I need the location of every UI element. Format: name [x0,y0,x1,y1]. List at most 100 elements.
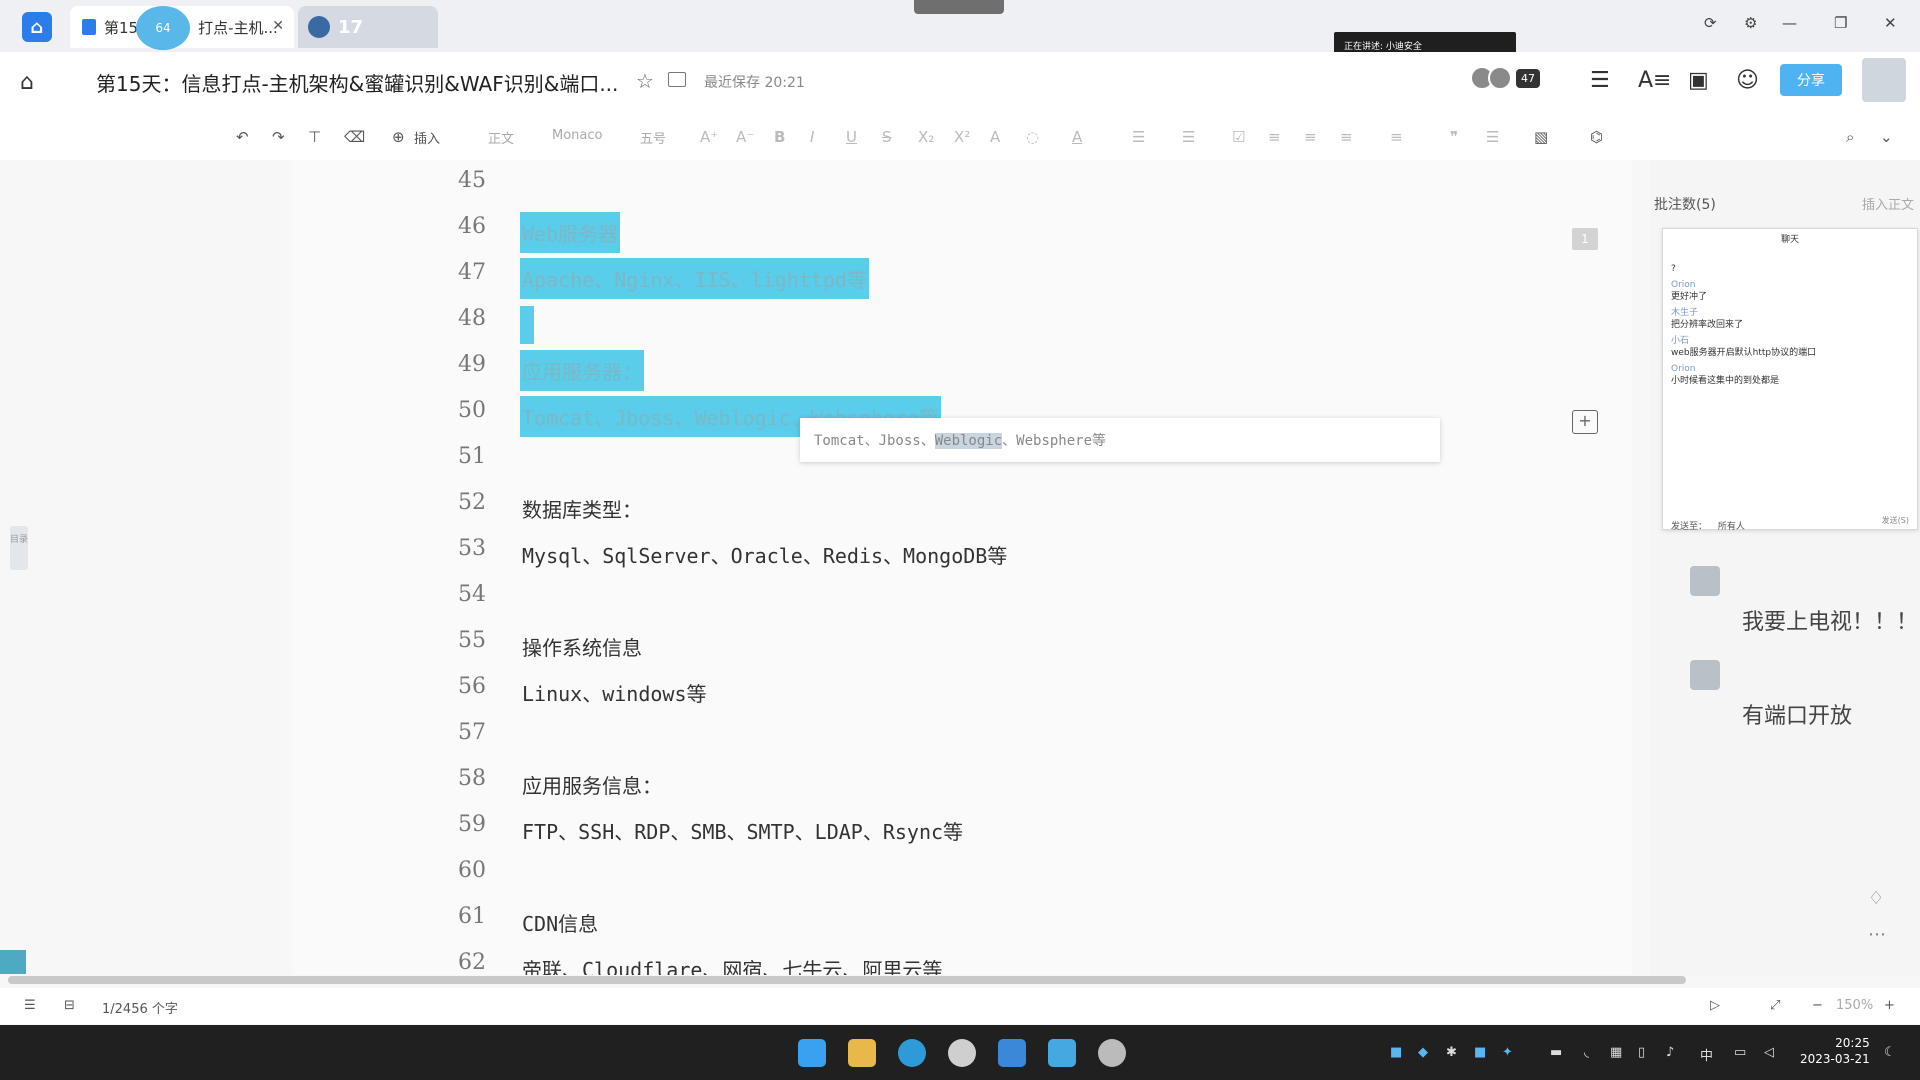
ime-indicator[interactable]: 中 [1700,1045,1713,1064]
superscript-icon[interactable]: X² [954,128,970,146]
bullet-list-icon[interactable]: ☰ [1132,128,1145,146]
format-painter-icon[interactable]: ⊤ [308,128,321,146]
quote-icon[interactable]: ❞ [1450,128,1458,146]
outdent-icon[interactable]: ≡ [1340,128,1353,146]
chat-send-button[interactable]: 发送(S) [1882,515,1909,526]
line-text[interactable]: FTP、SSH、RDP、SMB、SMTP、LDAP、Rsync等 [520,810,965,851]
text-format-icon[interactable]: A≡ [1638,68,1671,93]
cloud-icon[interactable]: ■ [1474,1045,1486,1060]
tray-app-icon[interactable]: ■ [1390,1045,1402,1060]
folder-icon[interactable] [668,72,686,87]
font-decrease-icon[interactable]: A⁻ [736,128,754,146]
home-icon[interactable]: ⌂ [20,70,34,95]
line-text[interactable]: Web服务器 [520,212,621,253]
line-text[interactable]: 数据库类型： [520,488,644,529]
subscript-icon[interactable]: X₂ [918,128,934,146]
font-increase-icon[interactable]: A⁺ [700,128,718,146]
zoom-level[interactable]: 150% [1836,998,1873,1013]
chat-window[interactable]: 聊天 ? Orion 更好冲了 木生子 把分辨率改回来了 小石 web服务器开启… [1662,228,1918,532]
undo-icon[interactable]: ↶ [236,128,249,146]
bluetooth-icon[interactable]: ✦ [1502,1045,1513,1060]
insert-icon[interactable]: ⊕ [392,128,405,146]
screen-share-strip[interactable] [914,0,1004,14]
add-comment-icon[interactable]: + [1572,410,1598,434]
line-text[interactable]: 帝联、Cloudflare、网宿、七牛云、阿里云等 [520,948,944,975]
system-clock[interactable]: 20:25 2023-03-21 [1800,1035,1870,1067]
text-effect-icon[interactable]: A [990,128,1000,146]
user-avatar[interactable] [1862,58,1906,102]
present-icon[interactable]: ▣ [1688,68,1709,93]
menu-icon[interactable]: ☰ [1590,68,1610,93]
close-window-icon[interactable]: ✕ [1884,14,1897,32]
fullscreen-icon[interactable]: ⤢ [1770,998,1780,1013]
comment-count-badge[interactable]: 1 [1572,228,1598,250]
document-title[interactable]: 第15天：信息打点-主机架构&蜜罐识别&WAF识别&端口... [96,68,618,97]
line-text[interactable]: 应用服务器： [520,350,644,391]
close-tab-icon[interactable]: ✕ [272,18,284,34]
style-select[interactable]: 正文 [488,128,514,147]
line-text[interactable]: 操作系统信息 [520,626,644,667]
edge-icon[interactable] [898,1039,926,1067]
outline-toggle[interactable]: 目录 [10,526,28,570]
microphone-icon[interactable]: ♪ [1666,1045,1674,1060]
numbered-list-icon[interactable]: ☰ [1182,128,1195,146]
play-icon[interactable]: ▷ [1710,998,1720,1013]
strikethrough-icon[interactable]: S [882,128,892,146]
restore-icon[interactable]: ❐ [1834,14,1847,32]
indent-icon[interactable]: ≡ [1304,128,1317,146]
font-color-icon[interactable]: A [1072,128,1082,146]
underline-icon[interactable]: U [846,128,857,146]
start-icon[interactable] [798,1039,826,1067]
settings-icon[interactable]: ⚙ [1744,14,1757,32]
network-icon[interactable]: ▭ [1734,1045,1746,1060]
outline-view-icon[interactable]: ☰ [24,998,36,1013]
zoom-out-icon[interactable]: − [1812,998,1823,1013]
page-layout-icon[interactable]: ⊟ [64,998,75,1013]
line-text[interactable]: 应用服务信息： [520,764,664,805]
align-icon[interactable]: ≡ [1268,128,1281,146]
shield-icon[interactable]: ◆ [1418,1045,1428,1060]
checklist-icon[interactable]: ☑ [1232,128,1245,146]
chat-tray-icon[interactable]: ▬ [1550,1045,1562,1060]
eraser-icon[interactable]: ⌫ [344,128,365,146]
star-icon[interactable]: ☆ [636,69,654,93]
line-text[interactable]: Linux、windows等 [520,672,709,713]
bold-icon[interactable]: B [774,128,785,146]
line-text[interactable]: CDN信息 [520,902,600,943]
line-text[interactable]: Apache、Nginx、IIS、lighttpd等 [520,258,869,299]
size-select[interactable]: 五号 [640,128,666,147]
chrome-icon[interactable] [948,1039,976,1067]
italic-icon[interactable]: I [810,128,814,146]
redo-icon[interactable]: ↷ [272,128,285,146]
chat-recipient-value[interactable]: 所有人 [1718,522,1745,532]
docs-app-icon[interactable] [998,1039,1026,1067]
file-explorer-icon[interactable] [848,1039,876,1067]
tab-meeting[interactable]: 17 [298,6,438,48]
grid-icon[interactable]: ▦ [1610,1045,1622,1060]
highlight-icon[interactable]: ◌ [1026,128,1039,146]
refresh-icon[interactable]: ⟳ [1704,14,1717,32]
shirt-icon[interactable]: ♢ [1868,888,1884,909]
browser-icon[interactable] [1098,1039,1126,1067]
meeting-app-icon[interactable] [1048,1039,1076,1067]
font-select[interactable]: Monaco [552,128,602,143]
wifi-icon[interactable]: ◟ [1584,1045,1589,1060]
image-icon[interactable]: ▧ [1534,128,1548,146]
chat-recipient[interactable]: 发送至： 所有人 [1671,519,1745,532]
plugin-icon[interactable]: ⌬ [1590,128,1603,146]
document-body[interactable]: 45 46 Web服务器 47 Apache、Nginx、IIS、lighttp… [292,160,1632,975]
volume-icon[interactable]: ◁ [1764,1045,1774,1060]
collaborators[interactable]: 47 [1470,66,1540,90]
horizontal-scrollbar[interactable] [8,976,1686,984]
more-icon[interactable]: ⋯ [1868,924,1886,945]
line-spacing-icon[interactable]: ≡ [1390,128,1403,146]
zoom-in-icon[interactable]: + [1884,998,1895,1013]
word-count[interactable]: 1/2456 个字 [102,998,178,1017]
line-text[interactable]: Mysql、SqlServer、Oracle、Redis、MongoDB等 [520,534,1009,575]
share-button[interactable]: 分享 [1780,64,1842,96]
divider-icon[interactable]: ☰ [1486,128,1499,146]
search-icon[interactable]: ⌕ [1846,128,1854,146]
minimize-icon[interactable]: — [1782,14,1797,32]
chevron-down-icon[interactable]: ⌄ [1880,128,1893,146]
gear-tray-icon[interactable]: ✱ [1446,1045,1457,1060]
